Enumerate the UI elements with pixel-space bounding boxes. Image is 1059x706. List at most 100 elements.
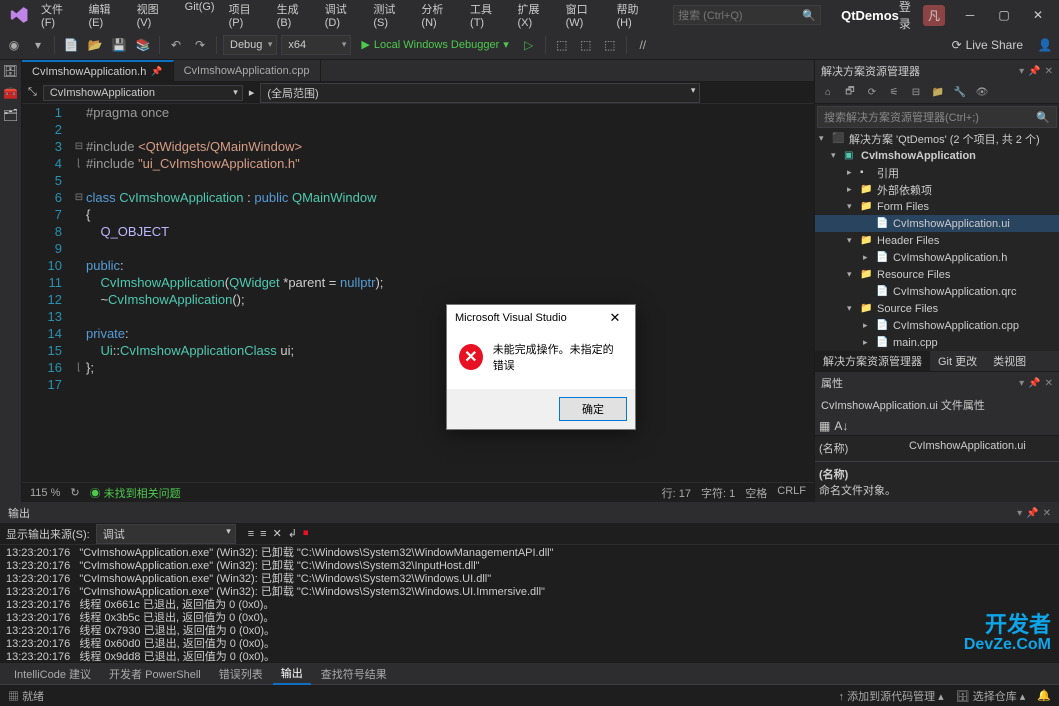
output-panel: 输出 ▾📌✕ 显示输出来源(S): 调试 ≡ ≡ ✕ ↲ ⏹ 13:23:20:…	[0, 502, 1059, 662]
tab-solution-explorer[interactable]: 解决方案资源管理器	[815, 351, 930, 371]
categorize-icon[interactable]: ▦	[819, 419, 830, 433]
code-editor[interactable]: 1234567891011121314151617 ⊟⌊⊟⌊ #pragma o…	[22, 104, 814, 482]
solution-tree[interactable]: ▾⬛解决方案 'QtDemos' (2 个项目, 共 2 个) ▾▣CvImsh…	[815, 130, 1059, 351]
menu-file[interactable]: 文件(F)	[35, 0, 80, 33]
menu-git[interactable]: Git(G)	[179, 0, 221, 33]
save-icon[interactable]: 💾	[109, 35, 129, 55]
menu-extensions[interactable]: 扩展(X)	[512, 0, 558, 33]
tab-class-view[interactable]: 类视图	[985, 351, 1034, 371]
toolbox-icon[interactable]: 🧰	[3, 86, 18, 100]
solution-search[interactable]: 搜索解决方案资源管理器(Ctrl+;) 🔍	[817, 106, 1057, 128]
collapse-icon[interactable]: ⊟	[907, 84, 925, 102]
output-stop-icon[interactable]: ⏹	[303, 527, 309, 540]
account-icon[interactable]: 👤	[1035, 35, 1055, 55]
bottom-tabs: IntelliCode 建议 开发者 PowerShell 错误列表 输出 查找…	[0, 662, 1059, 684]
menu-test[interactable]: 测试(S)	[367, 0, 413, 33]
step-over-icon[interactable]: ⬚	[552, 35, 572, 55]
line-indicator[interactable]: 行: 17	[662, 485, 691, 501]
menu-window[interactable]: 窗口(W)	[560, 0, 609, 33]
properties-icon[interactable]: 🔧	[951, 84, 969, 102]
right-bottom-tabs: 解决方案资源管理器 Git 更改 类视图	[815, 351, 1059, 371]
vs-logo	[10, 5, 29, 25]
liveshare-button[interactable]: ⟳ Live Share	[944, 38, 1031, 52]
tab-git-changes[interactable]: Git 更改	[930, 351, 985, 371]
output-log[interactable]: 13:23:20:176 "CvImshowApplication.exe" (…	[0, 545, 1059, 662]
platform-select[interactable]: x64	[281, 35, 351, 55]
output-prev-icon[interactable]: ≡	[248, 528, 254, 540]
start-debug-button[interactable]: ▶ Local Windows Debugger ▾	[355, 38, 514, 51]
step-into-icon[interactable]: ⬚	[576, 35, 596, 55]
minimize-button[interactable]: ─	[953, 0, 987, 30]
output-clear-icon[interactable]: ✕	[273, 527, 282, 540]
prop-name-row[interactable]: (名称)CvImshowApplication.ui	[819, 440, 1055, 457]
server-explorer-icon[interactable]: 🗄	[3, 64, 18, 78]
config-select[interactable]: Debug	[223, 35, 277, 55]
output-next-icon[interactable]: ≡	[260, 528, 266, 540]
source-control[interactable]: ↑ 添加到源代码管理 ▴	[839, 688, 944, 704]
pin-panel-icon[interactable]: 📌	[1028, 66, 1040, 77]
pin-icon[interactable]: 📌	[151, 66, 162, 77]
dialog-close-button[interactable]: ✕	[603, 310, 627, 326]
search-icon: 🔍	[802, 9, 816, 22]
tab-header-file[interactable]: CvImshowApplication.h📌	[22, 60, 174, 81]
solution-header: 解决方案资源管理器 ▾📌✕	[815, 60, 1059, 82]
notifications-icon[interactable]: 🔔	[1037, 689, 1051, 702]
tab-intellicode[interactable]: IntelliCode 建议	[6, 664, 99, 684]
home-icon[interactable]: ⌂	[819, 84, 837, 102]
maximize-button[interactable]: ▢	[987, 0, 1021, 30]
data-sources-icon[interactable]: 🗂	[3, 108, 18, 122]
close-panel-icon[interactable]: ✕	[1045, 66, 1053, 77]
open-file-icon[interactable]: 📂	[85, 35, 105, 55]
new-item-icon[interactable]: 📄	[61, 35, 81, 55]
indent-indicator[interactable]: 空格	[745, 485, 767, 501]
repo-select[interactable]: 🗄 选择仓库 ▴	[956, 688, 1026, 704]
output-source-select[interactable]: 调试	[96, 524, 236, 544]
tab-powershell[interactable]: 开发者 PowerShell	[101, 664, 209, 684]
save-all-icon[interactable]: 📚	[133, 35, 153, 55]
login-link[interactable]: 登录	[899, 0, 915, 32]
preview-icon[interactable]: 👁	[973, 84, 991, 102]
refresh-icon[interactable]: ↻	[70, 486, 79, 499]
tab-cpp-file[interactable]: CvImshowApplication.cpp	[174, 60, 321, 81]
tab-find-symbol[interactable]: 查找符号结果	[313, 664, 395, 684]
menu-debug[interactable]: 调试(D)	[319, 0, 366, 33]
undo-icon[interactable]: ↶	[166, 35, 186, 55]
avatar[interactable]: 凡	[923, 5, 945, 26]
start-no-debug-icon[interactable]: ▷	[519, 35, 539, 55]
menu-project[interactable]: 项目(P)	[223, 0, 269, 33]
menu-analyze[interactable]: 分析(N)	[415, 0, 462, 33]
nav-back-icon[interactable]: ◉	[4, 35, 24, 55]
nav-scope-select[interactable]: (全局范围)	[260, 83, 700, 103]
zoom-level[interactable]: 115 %	[30, 487, 60, 499]
redo-icon[interactable]: ↷	[190, 35, 210, 55]
filter-icon[interactable]: ⚟	[885, 84, 903, 102]
output-wrap-icon[interactable]: ↲	[288, 527, 297, 540]
comment-icon[interactable]: //	[633, 35, 653, 55]
nav-class-select[interactable]: CvImshowApplication	[43, 85, 243, 101]
dialog-titlebar[interactable]: Microsoft Visual Studio ✕	[447, 305, 635, 331]
close-button[interactable]: ✕	[1021, 0, 1055, 30]
global-search[interactable]: 搜索 (Ctrl+Q) 🔍	[673, 5, 821, 25]
issues-indicator[interactable]: ◉ 未找到相关问题	[90, 485, 181, 501]
step-out-icon[interactable]: ⬚	[600, 35, 620, 55]
menu-build[interactable]: 生成(B)	[271, 0, 317, 33]
eol-indicator[interactable]: CRLF	[777, 485, 806, 501]
fold-gutter[interactable]: ⊟⌊⊟⌊	[72, 104, 86, 482]
dropdown-icon[interactable]: ▾	[1019, 66, 1024, 77]
tab-output[interactable]: 输出	[273, 663, 311, 685]
tab-error-list[interactable]: 错误列表	[211, 664, 271, 684]
dialog-ok-button[interactable]: 确定	[559, 397, 627, 421]
menu-help[interactable]: 帮助(H)	[610, 0, 657, 33]
sync-icon[interactable]: ⟳	[863, 84, 881, 102]
alpha-sort-icon[interactable]: A↓	[834, 419, 848, 433]
menu-edit[interactable]: 编辑(E)	[83, 0, 129, 33]
menu-tools[interactable]: 工具(T)	[464, 0, 509, 33]
show-all-icon[interactable]: 📁	[929, 84, 947, 102]
file-tabs: CvImshowApplication.h📌 CvImshowApplicati…	[22, 60, 814, 82]
editor-pane: CvImshowApplication.h📌 CvImshowApplicati…	[22, 60, 814, 502]
prop-object: CvImshowApplication.ui 文件属性	[815, 394, 1059, 416]
nav-file-icon[interactable]: ⤡	[28, 86, 37, 99]
col-indicator[interactable]: 字符: 1	[701, 485, 735, 501]
menu-view[interactable]: 视图(V)	[131, 0, 177, 33]
switch-view-icon[interactable]: 🗗	[841, 84, 859, 102]
